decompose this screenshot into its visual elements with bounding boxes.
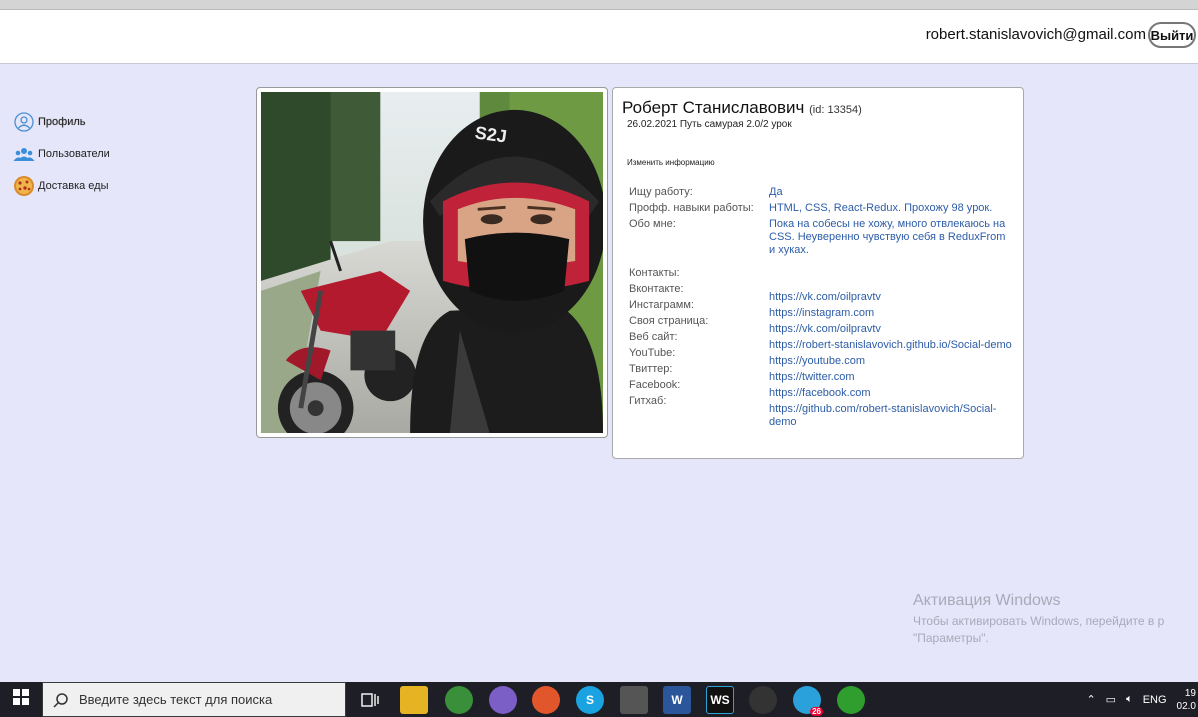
contact-label: Контакты:	[629, 267, 680, 279]
profile-status[interactable]: 26.02.2021 Путь самурая 2.0/2 урок	[627, 119, 792, 130]
start-button[interactable]	[0, 682, 42, 717]
contact-label: Гитхаб:	[629, 395, 667, 407]
file-explorer-icon[interactable]	[400, 686, 428, 714]
contact-link-youtube[interactable]: https://youtube.com	[769, 355, 1019, 368]
search-icon	[43, 692, 79, 708]
telegram-icon[interactable]: 26	[793, 686, 823, 716]
profile-id: (id: 13354)	[809, 104, 862, 116]
contact-label: Вконтакте:	[629, 283, 684, 295]
field-label: Профф. навыки работы:	[629, 202, 754, 214]
calculator-icon[interactable]	[620, 686, 648, 714]
chevron-up-icon[interactable]: ⌃	[1086, 693, 1095, 706]
sidebar-item-label: Доставка еды	[38, 180, 109, 192]
contact-link-twitter[interactable]: https://twitter.com	[769, 371, 1019, 384]
clock-date: 02.0	[1176, 700, 1196, 712]
contact-link-website[interactable]: https://robert-stanislavovich.github.io/…	[769, 339, 1019, 352]
viber-icon[interactable]	[489, 686, 517, 714]
volume-icon[interactable]: 🔈︎	[1126, 693, 1133, 706]
word-icon[interactable]: W	[663, 686, 691, 714]
contact-label-row: Контакты:	[629, 267, 1019, 280]
clock-time: 19	[1184, 687, 1196, 699]
sidebar-item-users[interactable]: Пользователи	[12, 138, 212, 170]
contact-label: Твиттер:	[629, 363, 673, 375]
contact-label: Инстаграмм:	[629, 299, 694, 311]
profile-photo-card: S2J	[256, 87, 608, 446]
contact-label: YouTube:	[629, 347, 676, 359]
skype-icon[interactable]: S	[576, 686, 604, 714]
field-row-skills: Профф. навыки работы: HTML, CSS, React-R…	[629, 202, 1019, 215]
contact-link-github[interactable]: https://github.com/robert-stanislavovich…	[769, 403, 1019, 429]
field-value: Да	[769, 186, 783, 198]
contact-label: Веб сайт:	[629, 331, 678, 343]
field-value: HTML, CSS, React-Redux. Прохожу 98 урок.	[769, 202, 993, 214]
contact-link-vk[interactable]: https://vk.com/oilpravtv	[769, 291, 1019, 304]
chrome-icon[interactable]	[445, 686, 473, 714]
pizza-icon	[12, 174, 36, 198]
field-label: Ищу работу:	[629, 186, 693, 198]
sidebar: Профиль Пользователи Доставка еды	[12, 106, 212, 202]
field-row-looking-for-job: Ищу работу: Да	[629, 186, 1019, 199]
windows-taskbar: Введите здесь текст для поиска S W WS 26…	[0, 682, 1198, 717]
profile-full-name: Роберт Станиславович	[622, 98, 805, 117]
contact-label: Своя страница:	[629, 315, 709, 327]
sidebar-item-profile[interactable]: Профиль	[12, 106, 212, 138]
browser-icon[interactable]	[532, 686, 560, 714]
contact-link-own-page[interactable]: https://vk.com/oilpravtv	[769, 323, 1019, 336]
network-icon[interactable]: ▭	[1106, 693, 1116, 706]
field-row-about: Обо мне: Пока на собесы не хожу, много о…	[629, 218, 1019, 257]
watermark-text: Чтобы активировать Windows, перейдите в …	[913, 613, 1164, 647]
users-icon	[12, 142, 36, 166]
logout-button[interactable]: Выйти	[1148, 22, 1196, 48]
webstorm-icon[interactable]: WS	[706, 686, 734, 714]
windows-logo-icon	[13, 689, 29, 710]
github-desktop-icon[interactable]	[749, 686, 777, 714]
windows-activation-watermark: Активация Windows Чтобы активировать Win…	[913, 592, 1164, 647]
watermark-line: "Параметры".	[913, 631, 989, 645]
task-view-icon[interactable]	[356, 686, 384, 714]
watermark-line: Чтобы активировать Windows, перейдите в …	[913, 614, 1165, 628]
sidebar-item-label: Пользователи	[38, 148, 110, 160]
field-label: Обо мне:	[629, 218, 676, 230]
profile-photo: S2J	[261, 92, 606, 446]
system-tray: ⌃ ▭ 🔈︎ ENG 19 02.0	[1076, 682, 1198, 717]
watermark-title: Активация Windows	[913, 592, 1061, 609]
telegram-badge: 26	[810, 707, 823, 716]
clock[interactable]: 19 02.0	[1177, 687, 1196, 713]
sidebar-item-label: Профиль	[38, 116, 86, 128]
field-value: Пока на собесы не хожу, много отвлекаюсь…	[769, 218, 1006, 256]
sidebar-item-food-delivery[interactable]: Доставка еды	[12, 170, 212, 202]
contact-link-facebook[interactable]: https://facebook.com	[769, 387, 1019, 400]
app-header: robert.stanislavovich@gmail.com Выйти	[0, 10, 1198, 64]
search-placeholder: Введите здесь текст для поиска	[79, 692, 273, 707]
edit-info-link[interactable]: Изменить информацию	[627, 158, 715, 167]
taskbar-search-box[interactable]: Введите здесь текст для поиска	[42, 682, 346, 717]
profile-name: Роберт Станиславович (id: 13354)	[622, 98, 862, 118]
language-indicator[interactable]: ENG	[1143, 694, 1167, 706]
utorrent-icon[interactable]	[837, 686, 865, 714]
contact-label: Facebook:	[629, 379, 681, 391]
contact-links: https://vk.com/oilpravtv https://instagr…	[769, 291, 1019, 432]
user-email: robert.stanislavovich@gmail.com	[925, 26, 1146, 43]
browser-top-strip	[0, 0, 1198, 10]
contact-link-instagram[interactable]: https://instagram.com	[769, 307, 1019, 320]
user-icon	[12, 110, 36, 134]
profile-info-card: Роберт Станиславович (id: 13354) 26.02.2…	[612, 87, 1024, 459]
